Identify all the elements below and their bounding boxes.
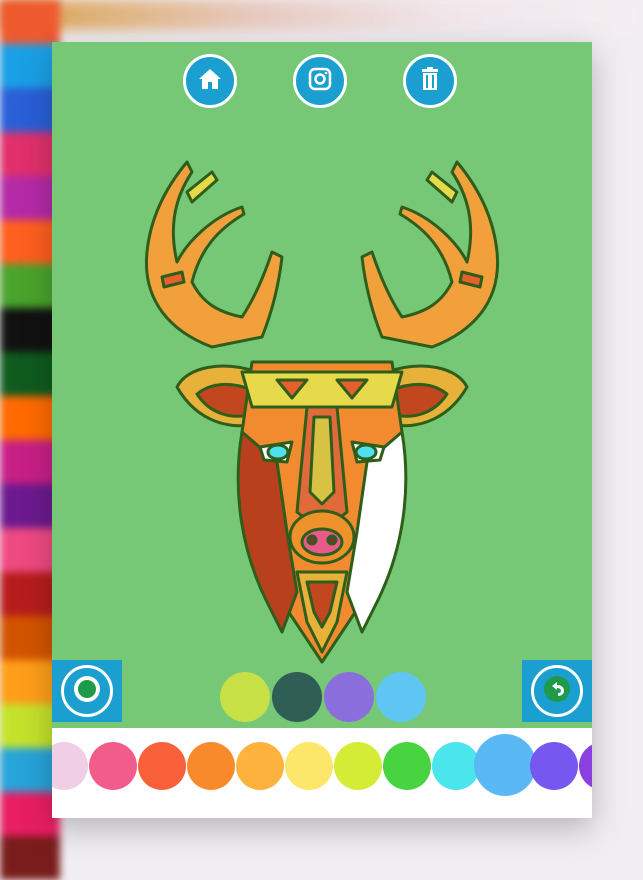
- palette-swatch[interactable]: [530, 742, 578, 790]
- recent-color-swatch[interactable]: [220, 672, 270, 722]
- undo-button[interactable]: [522, 660, 592, 722]
- palette-swatch-selected[interactable]: [474, 734, 536, 796]
- brush-size-ring: [61, 665, 113, 717]
- recent-color-swatch[interactable]: [324, 672, 374, 722]
- palette-swatch[interactable]: [89, 742, 137, 790]
- camera-button[interactable]: [293, 54, 347, 108]
- palette-swatch[interactable]: [579, 742, 592, 790]
- color-palette: [52, 728, 592, 818]
- undo-icon: [542, 674, 572, 709]
- deer-artwork[interactable]: [92, 132, 552, 672]
- recent-color-swatch[interactable]: [272, 672, 322, 722]
- background-crayons: [0, 0, 60, 880]
- palette-swatch[interactable]: [383, 742, 431, 790]
- coloring-canvas[interactable]: [52, 42, 592, 818]
- brush-size-icon: [72, 674, 102, 709]
- palette-swatch[interactable]: [138, 742, 186, 790]
- palette-swatch[interactable]: [52, 742, 88, 790]
- trash-button[interactable]: [403, 54, 457, 108]
- home-button[interactable]: [183, 54, 237, 108]
- brush-size-button[interactable]: [52, 660, 122, 722]
- background-blur-top: [0, 0, 643, 30]
- palette-swatch[interactable]: [187, 742, 235, 790]
- palette-swatch[interactable]: [334, 742, 382, 790]
- palette-swatch[interactable]: [432, 742, 480, 790]
- home-icon: [197, 66, 223, 97]
- palette-swatch[interactable]: [285, 742, 333, 790]
- trash-icon: [418, 66, 442, 97]
- recent-color-swatch[interactable]: [376, 672, 426, 722]
- undo-ring: [531, 665, 583, 717]
- palette-swatch[interactable]: [236, 742, 284, 790]
- camera-icon: [307, 66, 333, 97]
